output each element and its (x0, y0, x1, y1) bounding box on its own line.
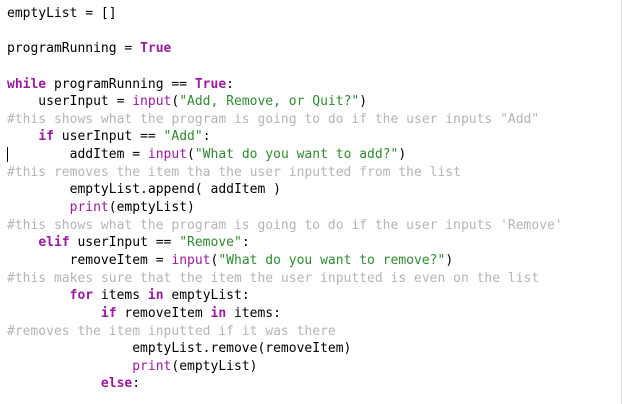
comment-token: #this shows what the program is going to… (7, 111, 540, 127)
code-token: programRunning = (7, 41, 141, 57)
code-token: : (202, 129, 211, 145)
code-token: (emptyList) (171, 358, 258, 374)
code-token: programRunning == (46, 76, 195, 92)
string-token: "What do you want to remove?" (218, 252, 446, 268)
keyword-token: if (100, 305, 117, 321)
code-line[interactable]: userInput = input("Add, Remove, or Quit?… (7, 93, 621, 111)
text-cursor (7, 147, 8, 163)
code-token: emptyList = [] (7, 6, 117, 21)
string-token: "Add, Remove, or Quit?" (179, 94, 360, 110)
code-line[interactable]: programRunning = True (7, 40, 621, 58)
builtin-token: input (147, 147, 188, 163)
comment-token: #this makes sure that the item the user … (7, 270, 540, 286)
code-line[interactable]: elif userInput == "Remove": (7, 234, 621, 252)
code-line[interactable]: addItem = input("What do you want to add… (7, 146, 621, 164)
code-token: emptyList.remove(removeItem) (7, 341, 352, 357)
code-token: items (93, 288, 148, 304)
code-token: emptyList: (163, 288, 250, 304)
code-line[interactable]: for items in emptyList: (7, 287, 621, 305)
code-token: : (132, 376, 141, 392)
code-token: removeItem = (7, 252, 172, 268)
keyword-token: True (140, 41, 172, 57)
builtin-token: print (69, 200, 109, 216)
code-line[interactable]: #removes the item inputted if it was the… (7, 323, 621, 341)
code-line[interactable]: emptyList = [] (7, 5, 621, 23)
code-line[interactable] (7, 58, 621, 76)
code-line[interactable]: #this shows what the program is going to… (7, 217, 621, 235)
keyword-token: in (210, 305, 227, 321)
code-line[interactable]: emptyList.remove(removeItem) (7, 340, 621, 358)
code-line[interactable]: if removeItem in items: (7, 305, 621, 323)
code-token: ) (398, 147, 407, 163)
code-line[interactable]: #this removes the item tha the user inpu… (7, 164, 621, 182)
code-token: (emptyList) (108, 200, 195, 216)
code-token: ) (359, 94, 368, 110)
string-token: "What do you want to add?" (194, 147, 399, 163)
code-token: userInput = (7, 94, 133, 110)
code-token: emptyList.append( addItem ) (7, 182, 281, 198)
code-line[interactable]: #this makes sure that the item the user … (7, 270, 621, 288)
builtin-token: input (171, 252, 211, 268)
code-line[interactable]: print(emptyList) (7, 199, 621, 217)
code-token: userInput == (53, 129, 164, 145)
code-token: userInput == (69, 235, 180, 251)
code-line[interactable]: else: (7, 375, 621, 393)
comment-token: #removes the item inputted if it was the… (7, 323, 336, 339)
builtin-token: print (132, 358, 172, 374)
code-line[interactable]: if userInput == "Add": (7, 128, 621, 146)
keyword-token: True (194, 76, 227, 92)
string-token: "Remove" (179, 235, 242, 251)
code-token: : (226, 76, 234, 92)
code-token: : (241, 235, 250, 251)
keyword-token: for (69, 288, 94, 304)
code-editor[interactable]: emptyList = [] programRunning = True whi… (0, 0, 622, 404)
code-area[interactable]: emptyList = [] programRunning = True whi… (7, 5, 621, 393)
code-line[interactable]: while programRunning == True: (7, 76, 621, 94)
comment-token: #this shows what the program is going to… (7, 217, 563, 233)
code-token: ) (445, 252, 454, 268)
keyword-token: elif (38, 235, 70, 251)
code-line[interactable] (7, 23, 621, 41)
keyword-token: while (7, 76, 47, 92)
comment-token: #this removes the item tha the user inpu… (7, 164, 461, 180)
keyword-token: if (38, 129, 54, 145)
code-token: removeItem (116, 305, 211, 321)
keyword-token: else (100, 376, 133, 392)
code-line[interactable]: #this shows what the program is going to… (7, 111, 621, 129)
code-token: addItem = (7, 147, 148, 163)
string-token: "Add" (163, 129, 203, 145)
code-token: items: (226, 305, 281, 321)
code-line[interactable]: print(emptyList) (7, 358, 621, 376)
builtin-token: input (132, 94, 172, 110)
keyword-token: in (147, 288, 164, 304)
code-line[interactable]: removeItem = input("What do you want to … (7, 252, 621, 270)
code-line[interactable]: emptyList.append( addItem ) (7, 181, 621, 199)
code-token: ( (187, 147, 195, 163)
